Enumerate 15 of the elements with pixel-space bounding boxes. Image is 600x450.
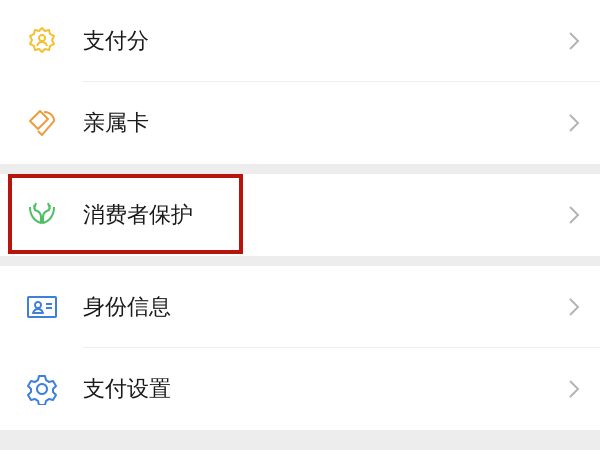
chevron-right-icon [568,205,580,225]
menu-item[interactable]: 身份信息 [0,266,600,348]
chevron-right-icon [568,379,580,399]
menu-item[interactable]: 支付设置 [0,348,600,430]
menu-label: 支付设置 [83,376,171,404]
menu-label: 身份信息 [83,294,171,322]
menu-label: 亲属卡 [83,110,149,138]
menu-item[interactable]: 消费者保护 [0,174,600,256]
menu-label: 消费者保护 [83,202,193,230]
menu-item[interactable]: 支付分 [0,0,600,82]
chevron-right-icon [568,113,580,133]
menu-item[interactable]: 亲属卡 [0,82,600,164]
chevron-right-icon [568,30,580,50]
chevron-right-icon [568,296,580,316]
menu-label: 支付分 [83,28,149,56]
